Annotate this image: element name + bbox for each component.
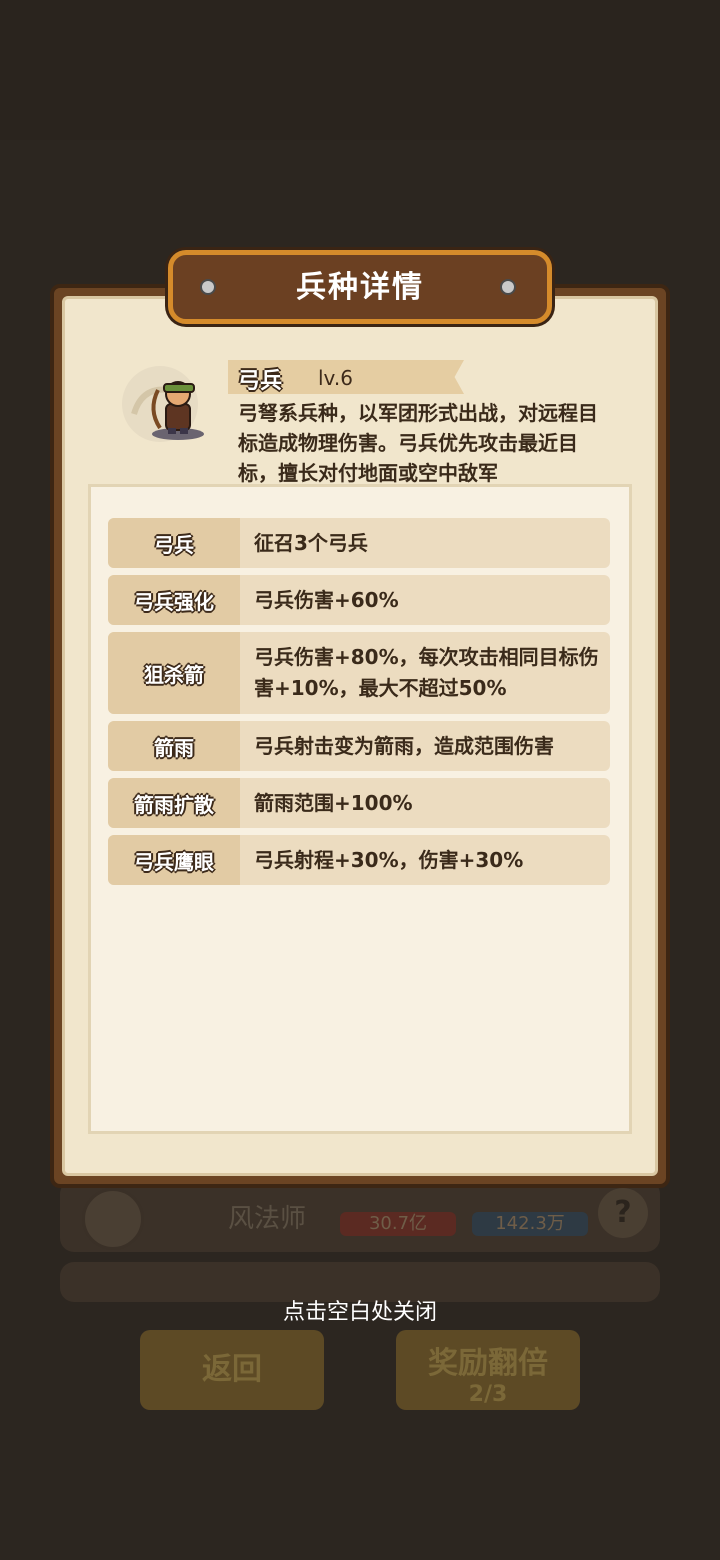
skill-name: 箭雨扩散 bbox=[134, 792, 214, 817]
skill-desc: 弓兵伤害+60% bbox=[254, 588, 399, 612]
skill-name: 弓兵鹰眼 bbox=[134, 849, 214, 874]
skill-row: 狙杀箭 弓兵伤害+80%，每次攻击相同目标伤害+10%，最大不超过50% bbox=[108, 632, 610, 714]
background-unit-name: 风法师 bbox=[228, 1204, 307, 1234]
skill-row: 弓兵鹰眼 弓兵射程+30%，伤害+30% bbox=[108, 835, 610, 885]
skill-name: 箭雨 bbox=[154, 735, 194, 760]
skill-tag: 弓兵鹰眼 bbox=[108, 835, 240, 885]
skill-row: 弓兵强化 弓兵伤害+60% bbox=[108, 575, 610, 625]
skill-tag: 弓兵强化 bbox=[108, 575, 240, 625]
skill-row: 箭雨 弓兵射击变为箭雨，造成范围伤害 bbox=[108, 721, 610, 771]
background-attack-total: 30.7亿 bbox=[368, 1213, 428, 1234]
skill-desc: 征召3个弓兵 bbox=[254, 531, 368, 555]
skill-tag: 弓兵 bbox=[108, 518, 240, 568]
skill-desc: 弓兵射击变为箭雨，造成范围伤害 bbox=[254, 734, 554, 758]
background-unit-avatar bbox=[82, 1188, 144, 1250]
background-top-bar bbox=[0, 0, 720, 140]
reward-double-label: 奖励翻倍 bbox=[428, 1346, 548, 1381]
skill-desc: 箭雨范围+100% bbox=[254, 791, 413, 815]
skill-name: 弓兵强化 bbox=[134, 589, 214, 614]
skill-name: 狙杀箭 bbox=[144, 662, 204, 687]
skill-desc: 弓兵伤害+80%，每次攻击相同目标伤害+10%，最大不超过50% bbox=[254, 645, 599, 700]
skill-desc: 弓兵射程+30%，伤害+30% bbox=[254, 848, 524, 872]
skill-tag: 箭雨 bbox=[108, 721, 240, 771]
reward-count: 2/3 bbox=[468, 1382, 508, 1407]
skill-tag: 狙杀箭 bbox=[108, 632, 240, 714]
back-button-label: 返回 bbox=[202, 1352, 262, 1387]
reward-double-button[interactable]: 奖励翻倍 2/3 bbox=[396, 1330, 580, 1410]
unit-description: 弓弩系兵种，以军团形式出战，对远程目标造成物理伤害。弓兵优先攻击最近目标，擅长对… bbox=[238, 401, 598, 485]
skill-row: 弓兵 征召3个弓兵 bbox=[108, 518, 610, 568]
background-attack-bar: 30.7亿 bbox=[340, 1212, 456, 1236]
back-button[interactable]: 返回 bbox=[140, 1330, 324, 1410]
skill-name: 弓兵 bbox=[154, 532, 194, 557]
skill-row: 箭雨扩散 箭雨范围+100% bbox=[108, 778, 610, 828]
skill-tag: 箭雨扩散 bbox=[108, 778, 240, 828]
help-icon[interactable]: ? bbox=[598, 1188, 648, 1238]
background-defense-bar: 142.3万 bbox=[472, 1212, 588, 1236]
unit-level: lv.6 bbox=[318, 366, 353, 390]
dialog-title: 兵种详情 bbox=[296, 270, 424, 305]
close-hint[interactable]: 点击空白处关闭 bbox=[0, 1294, 720, 1326]
background-defense-total: 142.3万 bbox=[495, 1213, 565, 1234]
unit-name: 弓兵 bbox=[238, 369, 283, 394]
archer-portrait-icon bbox=[122, 366, 204, 442]
